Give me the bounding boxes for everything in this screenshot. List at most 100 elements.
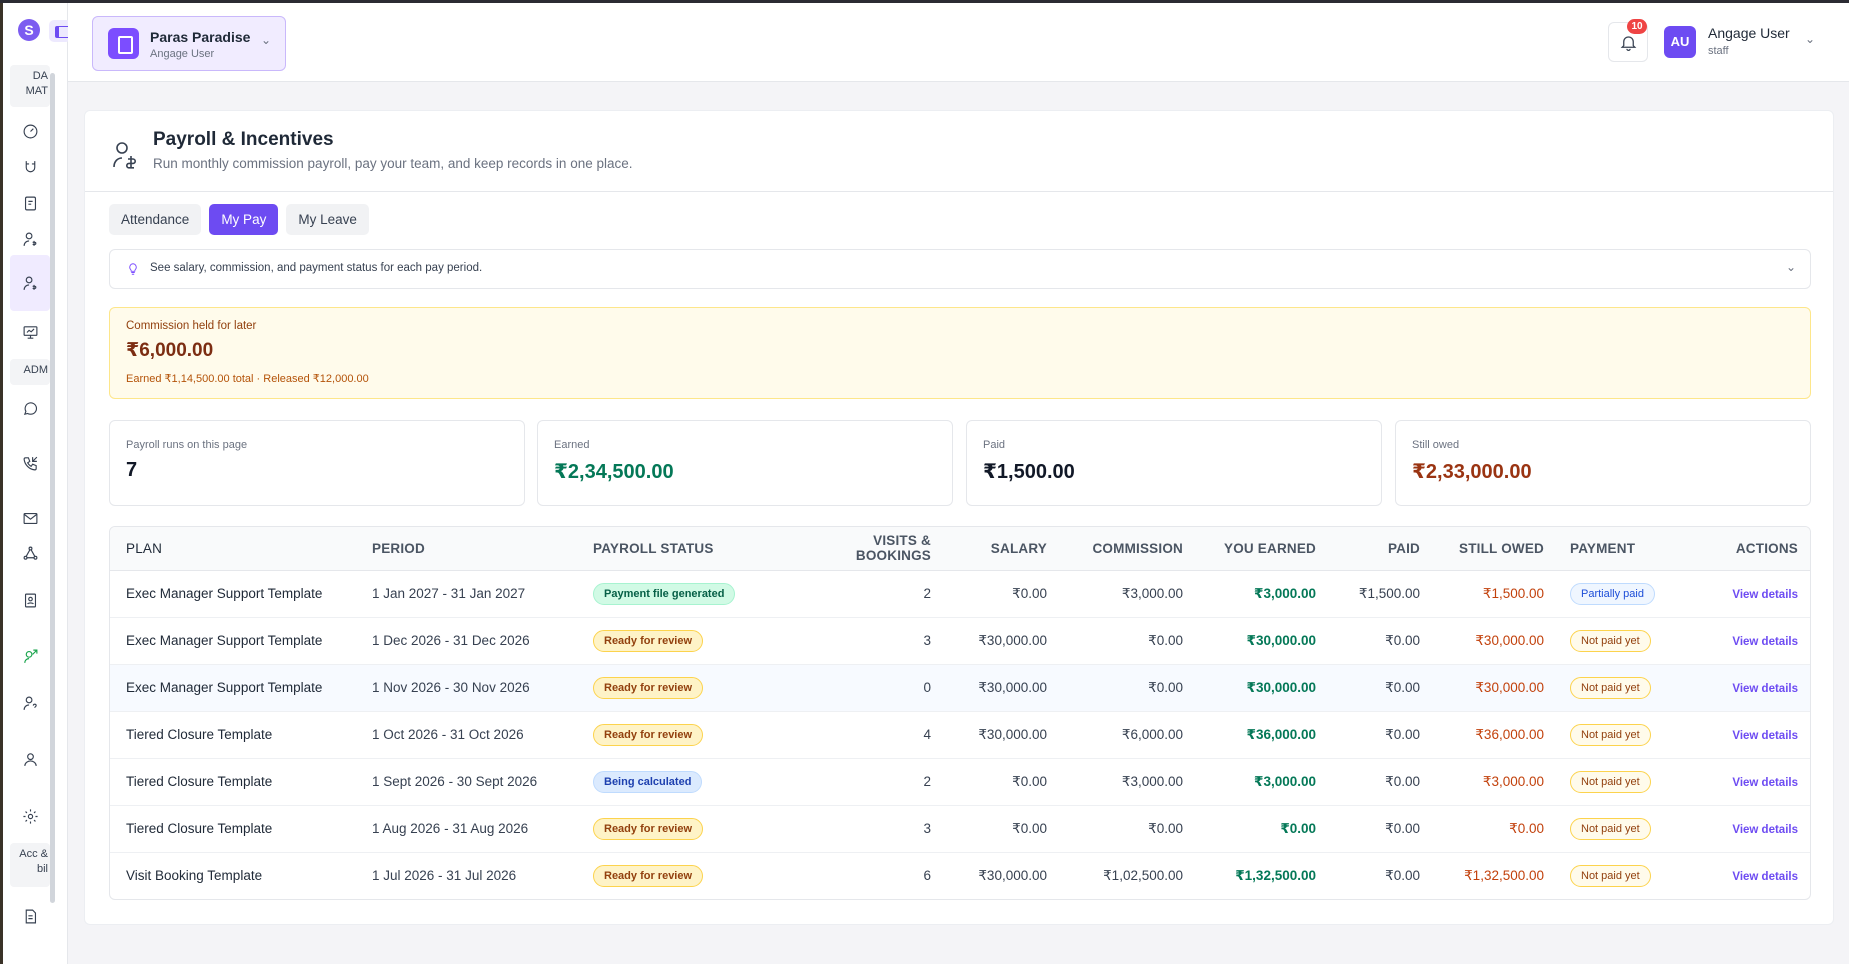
- sidebar-item-profile[interactable]: [10, 742, 50, 776]
- status-badge: Ready for review: [593, 629, 704, 652]
- sidebar-item-leads[interactable]: [10, 150, 50, 184]
- network-icon: [23, 546, 37, 560]
- table-row[interactable]: Exec Manager Support Template 1 Jan 2027…: [110, 570, 1810, 618]
- payroll-table: Plan Period Payroll status Visits & book…: [109, 526, 1811, 900]
- table-row[interactable]: Tiered Closure Template 1 Oct 2026 - 31 …: [110, 711, 1810, 759]
- view-details-link[interactable]: View details: [1732, 871, 1798, 883]
- sidebar-scrollbar[interactable]: [50, 73, 55, 903]
- table-row[interactable]: Exec Manager Support Template 1 Nov 2026…: [110, 664, 1810, 712]
- sidebar-item-settings[interactable]: [10, 799, 50, 833]
- status-badge: Ready for review: [593, 864, 704, 887]
- cell-commission: ₹3,000.00: [1055, 570, 1191, 618]
- cell-status: Ready for review: [585, 664, 791, 712]
- cell-payment: Not paid yet: [1552, 711, 1679, 759]
- cell-payment: Not paid yet: [1552, 805, 1679, 853]
- cell-visits: 2: [791, 570, 939, 618]
- status-badge: Ready for review: [593, 676, 704, 699]
- org-switcher[interactable]: Paras Paradise Angage User ⌄: [92, 16, 286, 71]
- view-details-link[interactable]: View details: [1732, 777, 1798, 789]
- tab-my-pay[interactable]: My Pay: [209, 204, 279, 235]
- cell-commission: ₹0.00: [1055, 664, 1191, 712]
- cell-payment: Partially paid: [1552, 570, 1679, 618]
- sidebar-item-presentation[interactable]: [10, 315, 50, 349]
- cell-commission: ₹6,000.00: [1055, 711, 1191, 759]
- tab-attendance[interactable]: Attendance: [109, 204, 202, 235]
- cell-period: 1 Jul 2026 - 31 Jul 2026: [372, 868, 517, 884]
- cell-status: Ready for review: [585, 805, 791, 853]
- user-menu-chevron-icon[interactable]: ⌄: [1805, 32, 1815, 46]
- sidebar-item-user-growth[interactable]: [10, 639, 50, 673]
- lightbulb-icon: [126, 262, 140, 276]
- cell-period: 1 Dec 2026 - 31 Dec 2026: [364, 617, 585, 665]
- chevron-down-icon[interactable]: ⌄: [1786, 260, 1796, 274]
- table-row[interactable]: Exec Manager Support Template 1 Dec 2026…: [110, 617, 1810, 665]
- tab-my-leave[interactable]: My Leave: [286, 204, 369, 235]
- payment-badge: Not paid yet: [1570, 629, 1651, 652]
- status-badge: Ready for review: [593, 817, 704, 840]
- sidebar-item-mail[interactable]: [10, 501, 50, 535]
- status-badge: Payment file generated: [593, 582, 736, 605]
- view-details-link[interactable]: View details: [1732, 636, 1798, 648]
- cell-visits: 3: [791, 805, 939, 853]
- app-logo[interactable]: S: [18, 19, 40, 41]
- payment-badge: Partially paid: [1570, 582, 1655, 605]
- top-header: Paras Paradise Angage User ⌄ 10 AU Angag…: [68, 3, 1849, 82]
- sidebar-item-user-help[interactable]: [10, 686, 50, 720]
- cell-earned: ₹3,000.00: [1191, 758, 1324, 806]
- status-badge: Being calculated: [593, 770, 703, 793]
- sidebar-item-documents[interactable]: [10, 899, 50, 933]
- cell-salary: ₹30,000.00: [939, 664, 1055, 712]
- cell-paid: ₹0.00: [1324, 617, 1428, 665]
- cell-owed: ₹3,000.00: [1428, 758, 1552, 806]
- view-details-link[interactable]: View details: [1732, 683, 1798, 695]
- cell-paid: ₹0.00: [1324, 805, 1428, 853]
- sidebar-item-contacts[interactable]: [10, 583, 50, 617]
- stat-value: 7: [126, 459, 138, 481]
- cell-period: 1 Oct 2026 - 31 Oct 2026: [364, 711, 585, 759]
- notification-count-badge: 10: [1627, 19, 1647, 34]
- cell-visits: 0: [791, 664, 939, 712]
- page-title: Payroll & Incentives: [153, 129, 334, 150]
- payment-badge: Not paid yet: [1570, 723, 1651, 746]
- sidebar-item-calls[interactable]: [10, 446, 50, 480]
- stat-value: ₹2,33,000.00: [1412, 461, 1532, 483]
- sidebar-item-payroll[interactable]: [10, 255, 50, 311]
- cell-actions: View details: [1679, 570, 1810, 618]
- org-name: Paras Paradise: [150, 29, 251, 45]
- stat-value: ₹1,500.00: [983, 461, 1075, 483]
- cell-paid: ₹0.00: [1385, 867, 1420, 883]
- info-hint-bar[interactable]: See salary, commission, and payment stat…: [109, 249, 1811, 289]
- column-header: Payment: [1552, 527, 1679, 571]
- cell-actions: View details: [1679, 758, 1810, 806]
- column-header: Visits & bookings: [791, 527, 939, 571]
- magnet-icon: [25, 160, 35, 172]
- cell-earned: ₹1,32,500.00: [1235, 867, 1316, 883]
- cell-period: 1 Jan 2027 - 31 Jan 2027: [364, 570, 585, 618]
- cell-visits: 4: [791, 711, 939, 759]
- table-row[interactable]: Tiered Closure Template 1 Sept 2026 - 30…: [110, 758, 1810, 806]
- cell-visits: 3: [791, 617, 939, 665]
- sidebar-item-people-pay[interactable]: [10, 222, 50, 256]
- sidebar-item-integrations[interactable]: [10, 536, 50, 570]
- payroll-panel: Payroll & Incentives Run monthly commiss…: [84, 110, 1834, 925]
- table-row[interactable]: Tiered Closure Template 1 Aug 2026 - 31 …: [110, 805, 1810, 853]
- table-row[interactable]: Visit Booking Template 1 Jul 2026 - 31 J…: [110, 852, 1810, 899]
- sidebar-item-tasks[interactable]: [10, 186, 50, 220]
- sidebar: S DA MAT ADM Acc & bil: [0, 3, 71, 964]
- clipboard-icon: [24, 196, 36, 210]
- view-details-link[interactable]: View details: [1732, 824, 1798, 836]
- payment-badge: Not paid yet: [1570, 864, 1651, 887]
- view-details-link[interactable]: View details: [1732, 589, 1798, 601]
- view-details-link[interactable]: View details: [1732, 730, 1798, 742]
- cell-actions: View details: [1679, 805, 1810, 853]
- sidebar-item-whatsapp[interactable]: [10, 391, 50, 425]
- avatar[interactable]: AU: [1664, 26, 1696, 58]
- hint-text: See salary, commission, and payment stat…: [150, 262, 483, 274]
- stat-card-payroll-runs: Payroll runs on this page 7: [109, 420, 525, 506]
- cell-owed: ₹1,32,500.00: [1464, 867, 1544, 883]
- column-header: Period: [364, 527, 585, 571]
- cell-plan: Tiered Closure Template: [110, 711, 364, 759]
- user-name[interactable]: Angage User: [1708, 25, 1790, 41]
- cell-plan: Tiered Closure Template: [110, 805, 364, 853]
- sidebar-item-dashboard[interactable]: [10, 114, 50, 148]
